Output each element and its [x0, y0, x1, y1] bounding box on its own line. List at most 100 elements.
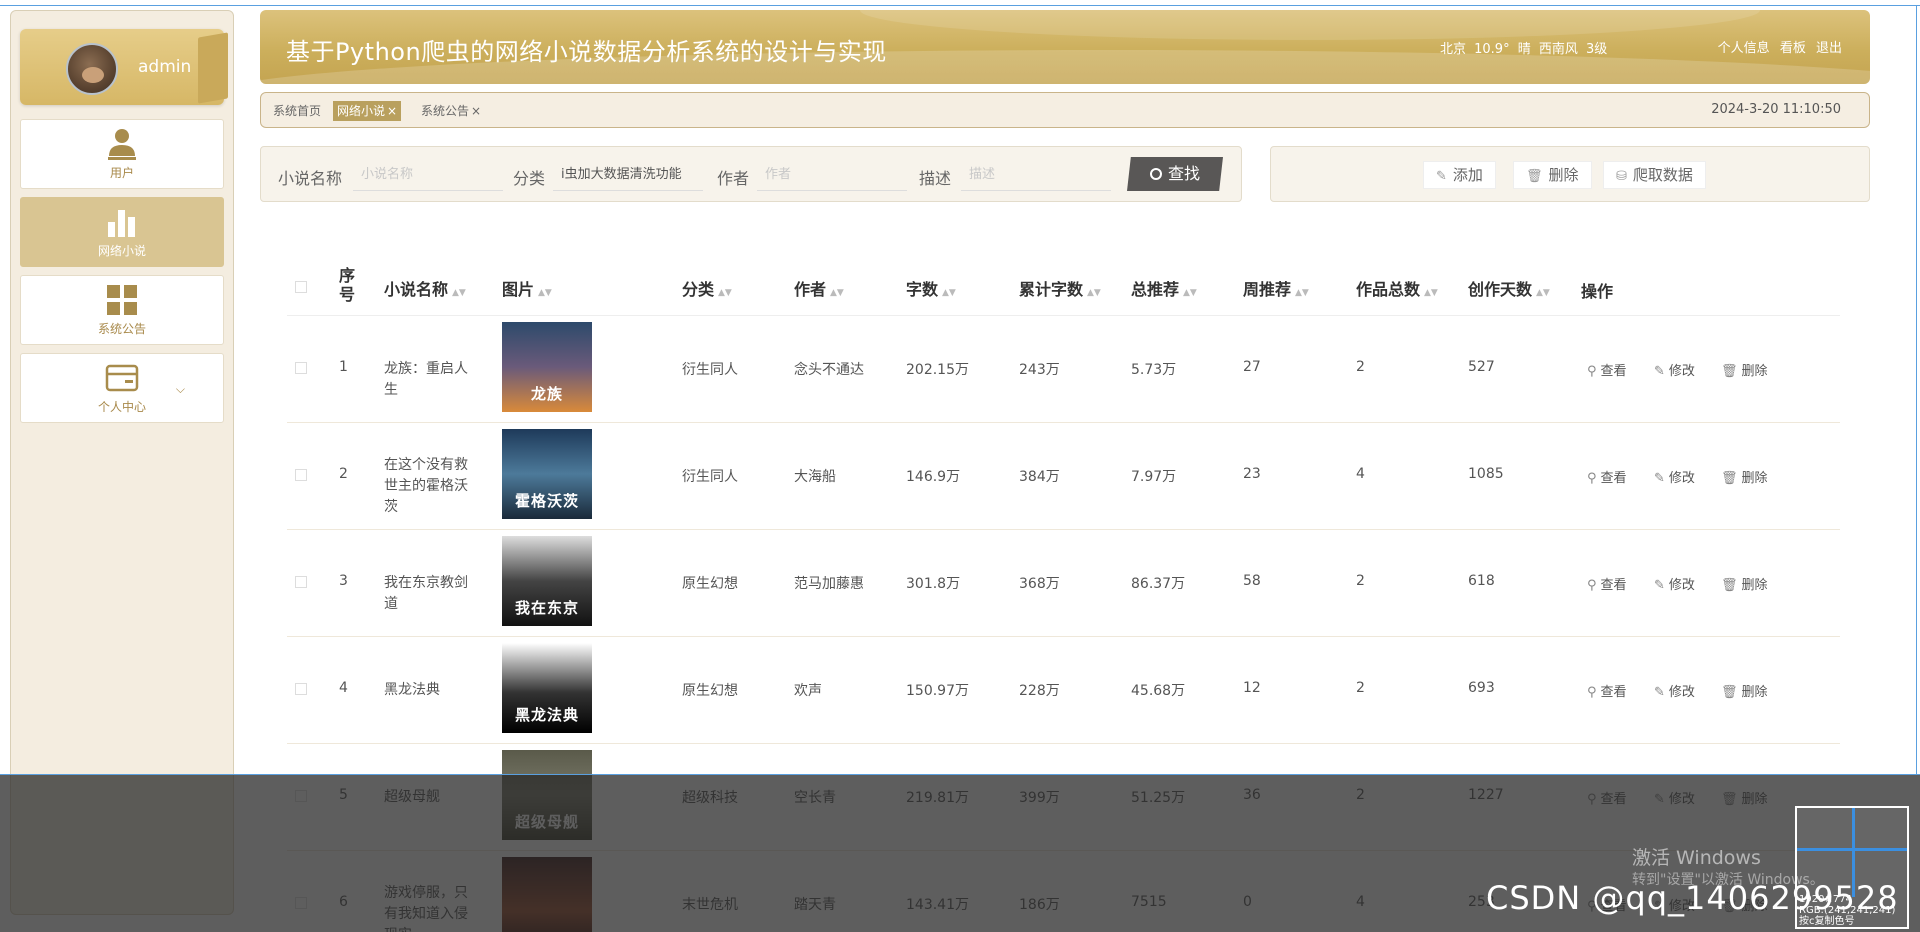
cell-week-rec: 27	[1243, 359, 1261, 375]
cell-name: 我在东京教剑道	[384, 575, 468, 612]
cell-index: 4	[339, 680, 348, 696]
name-input[interactable]: 小说名称	[353, 157, 503, 191]
logout-link[interactable]: 退出	[1816, 41, 1842, 56]
sort-icon[interactable]: ▲▼	[830, 288, 844, 298]
trash-icon: 🗑	[1526, 169, 1543, 184]
select-all-checkbox[interactable]	[295, 281, 307, 293]
edit-label: 修改	[1668, 364, 1695, 379]
edit-label: 修改	[1668, 471, 1695, 486]
magnifier-size: 1920×774	[1799, 894, 1852, 905]
sort-icon[interactable]: ▲▼	[1183, 288, 1197, 298]
cover-image[interactable]: 霍格沃茨	[502, 429, 592, 519]
bar-chart-icon	[108, 210, 135, 237]
cell-week-rec: 23	[1243, 466, 1261, 482]
search-icon: ⚲	[1587, 364, 1597, 379]
avatar[interactable]	[66, 43, 118, 95]
cell-week-rec: 12	[1243, 680, 1261, 696]
th-days[interactable]: 创作天数 ▲▼	[1468, 276, 1550, 300]
th-author[interactable]: 作者 ▲▼	[794, 276, 844, 300]
view-button[interactable]: ⚲查看	[1587, 574, 1627, 593]
cell-total-words: 228万	[1019, 683, 1060, 699]
th-week-rec[interactable]: 周推荐 ▲▼	[1243, 276, 1309, 300]
row-checkbox[interactable]	[295, 469, 307, 481]
cell-week-rec: 58	[1243, 573, 1261, 589]
th-works[interactable]: 作品总数 ▲▼	[1356, 276, 1438, 300]
th-category[interactable]: 分类 ▲▼	[682, 276, 732, 300]
edit-button[interactable]: ✎修改	[1654, 681, 1695, 700]
delete-button[interactable]: 🗑 删除	[1513, 161, 1592, 189]
cell-days: 1085	[1468, 466, 1504, 482]
view-button[interactable]: ⚲查看	[1587, 681, 1627, 700]
th-total-words[interactable]: 累计字数 ▲▼	[1019, 276, 1101, 300]
edit-button[interactable]: ✎修改	[1654, 360, 1695, 379]
delete-label: 删除	[1741, 578, 1768, 593]
delete-row-button[interactable]: 🗑删除	[1721, 574, 1768, 593]
edit-button[interactable]: ✎修改	[1654, 574, 1695, 593]
sort-icon[interactable]: ▲▼	[538, 288, 552, 298]
sidebar-item-announcements[interactable]: 系统公告	[20, 275, 224, 345]
tab-home[interactable]: 系统首页	[269, 101, 325, 121]
windows-watermark-title: 激活 Windows	[1632, 847, 1761, 869]
edit-icon: ✎	[1654, 578, 1665, 593]
delete-row-button[interactable]: 🗑删除	[1721, 681, 1768, 700]
sidebar-item-users[interactable]: 用户	[20, 119, 224, 189]
profile-link[interactable]: 个人信息	[1718, 41, 1770, 56]
sort-icon[interactable]: ▲▼	[942, 288, 956, 298]
close-icon[interactable]: ×	[387, 104, 397, 118]
close-icon[interactable]: ×	[471, 104, 481, 118]
th-label: 创作天数	[1468, 280, 1533, 299]
view-label: 查看	[1600, 471, 1627, 486]
row-checkbox[interactable]	[295, 683, 307, 695]
datetime: 2024-3-20 11:10:50	[1711, 102, 1841, 117]
th-total-rec[interactable]: 总推荐 ▲▼	[1131, 276, 1197, 300]
cell-author: 念头不通达	[794, 362, 864, 378]
edit-button[interactable]: ✎修改	[1654, 467, 1695, 486]
delete-row-button[interactable]: 🗑删除	[1721, 467, 1768, 486]
cell-words: 146.9万	[906, 469, 961, 485]
desc-input[interactable]: 描述	[961, 157, 1111, 191]
category-select[interactable]: i虫加大数据清洗功能	[553, 157, 703, 191]
crosshair-vertical	[1852, 808, 1855, 897]
cell-author: 欢声	[794, 683, 822, 699]
sort-icon[interactable]: ▲▼	[1424, 288, 1438, 298]
tab-novels[interactable]: 网络小说 ×	[333, 101, 402, 121]
row-checkbox[interactable]	[295, 576, 307, 588]
cover-image[interactable]: 黑龙法典	[502, 643, 592, 733]
cell-name: 黑龙法典	[384, 682, 440, 698]
search-button[interactable]: 查找	[1127, 157, 1223, 191]
cell-words: 150.97万	[906, 683, 969, 699]
view-button[interactable]: ⚲查看	[1587, 467, 1627, 486]
sort-icon[interactable]: ▲▼	[1536, 288, 1550, 298]
cover-image[interactable]: 我在东京	[502, 536, 592, 626]
magnifier-rgb: RGB:(241,241,241)	[1799, 905, 1896, 916]
sidebar-item-personal-center[interactable]: 个人中心 ⌵	[20, 353, 224, 423]
delete-row-button[interactable]: 🗑删除	[1721, 360, 1768, 379]
trash-icon: 🗑	[1721, 578, 1738, 593]
sidebar-item-label: 网络小说	[97, 244, 146, 258]
crawl-button[interactable]: ⛁ 爬取数据	[1603, 161, 1706, 189]
row-checkbox[interactable]	[295, 362, 307, 374]
edit-icon: ✎	[1654, 364, 1665, 379]
add-button[interactable]: ✎ 添加	[1423, 161, 1496, 189]
sort-icon[interactable]: ▲▼	[452, 288, 466, 298]
weather-info: 北京 10.9° 晴 西南风 3级	[1440, 42, 1608, 57]
cover-image[interactable]: 龙族	[502, 322, 592, 412]
cell-category: 衍生同人	[682, 469, 738, 485]
name-label: 小说名称	[278, 169, 343, 188]
chevron-down-icon[interactable]: ⌵	[176, 382, 185, 397]
cover-text: 黑龙法典	[514, 706, 579, 724]
sort-icon[interactable]: ▲▼	[1295, 288, 1309, 298]
sort-icon[interactable]: ▲▼	[1087, 288, 1101, 298]
author-input[interactable]: 作者	[757, 157, 907, 191]
view-button[interactable]: ⚲查看	[1587, 360, 1627, 379]
dashboard-link[interactable]: 看板	[1780, 41, 1806, 56]
th-words[interactable]: 字数 ▲▼	[906, 276, 956, 300]
sidebar-item-novels[interactable]: 网络小说	[20, 197, 224, 267]
tab-announcements[interactable]: 系统公告 ×	[417, 101, 485, 121]
th-name[interactable]: 小说名称 ▲▼	[384, 276, 466, 300]
trash-icon: 🗑	[1721, 364, 1738, 379]
th-image[interactable]: 图片 ▲▼	[502, 276, 552, 300]
sort-icon[interactable]: ▲▼	[718, 288, 732, 298]
cell-author: 大海船	[794, 469, 836, 485]
page-title: 基于Python爬虫的网络小说数据分析系统的设计与实现	[286, 38, 887, 66]
